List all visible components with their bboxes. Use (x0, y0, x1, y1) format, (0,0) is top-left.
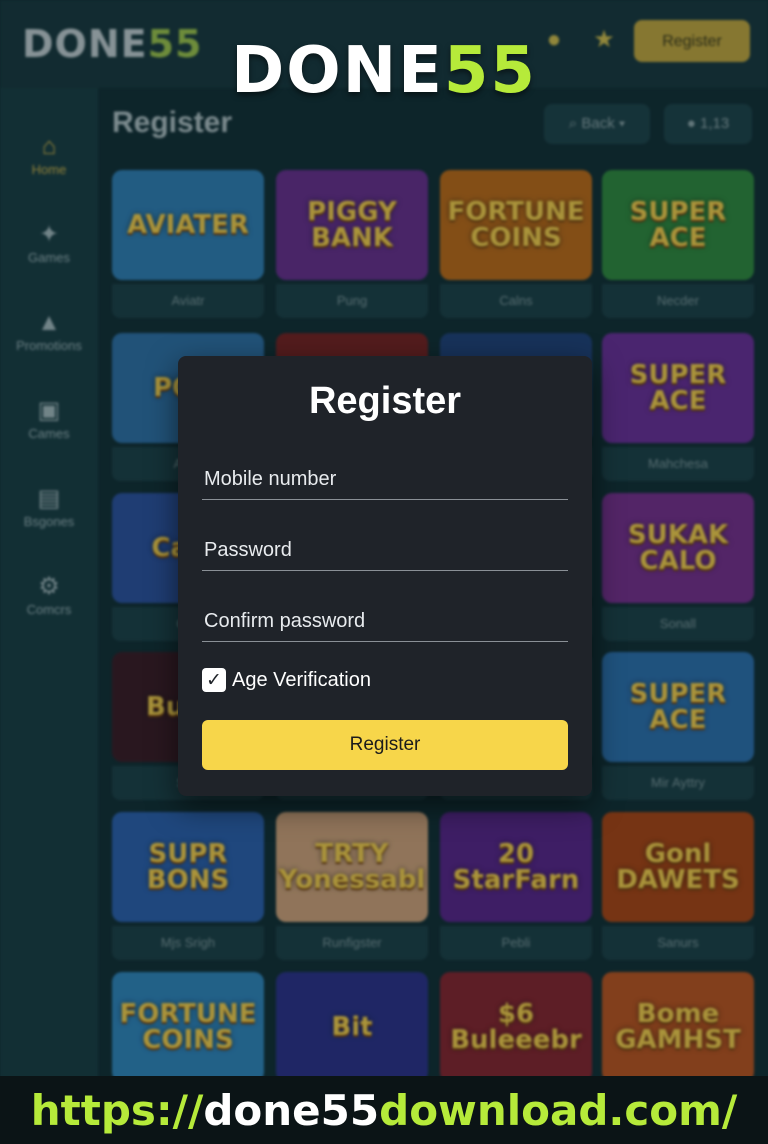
download-url[interactable]: https://done55download.com/ (0, 1086, 768, 1135)
url-rest: download.com/ (379, 1086, 738, 1135)
password-input[interactable] (202, 531, 568, 571)
mobile-number-input[interactable] (202, 460, 568, 500)
url-scheme: https:// (30, 1086, 204, 1135)
hero-logo: DONE55 (0, 34, 768, 108)
hero-logo-number: 55 (443, 34, 537, 108)
hero-logo-text: DONE (231, 34, 444, 108)
url-banner: https://done55download.com/ (0, 1076, 768, 1144)
age-verification-label: Age Verification (232, 669, 371, 691)
url-brand: done55 (203, 1086, 380, 1135)
confirm-password-input[interactable] (202, 602, 568, 642)
screen: DONE55 ● ★ Register ⌂ Home ✦ Games ▲ Pro… (0, 0, 768, 1144)
register-submit-button[interactable]: Register (202, 720, 568, 770)
age-verification-checkbox[interactable]: ✓ (202, 668, 226, 692)
register-dialog: Register ✓ Age Verification Register (178, 356, 592, 796)
dialog-title: Register (308, 380, 462, 422)
